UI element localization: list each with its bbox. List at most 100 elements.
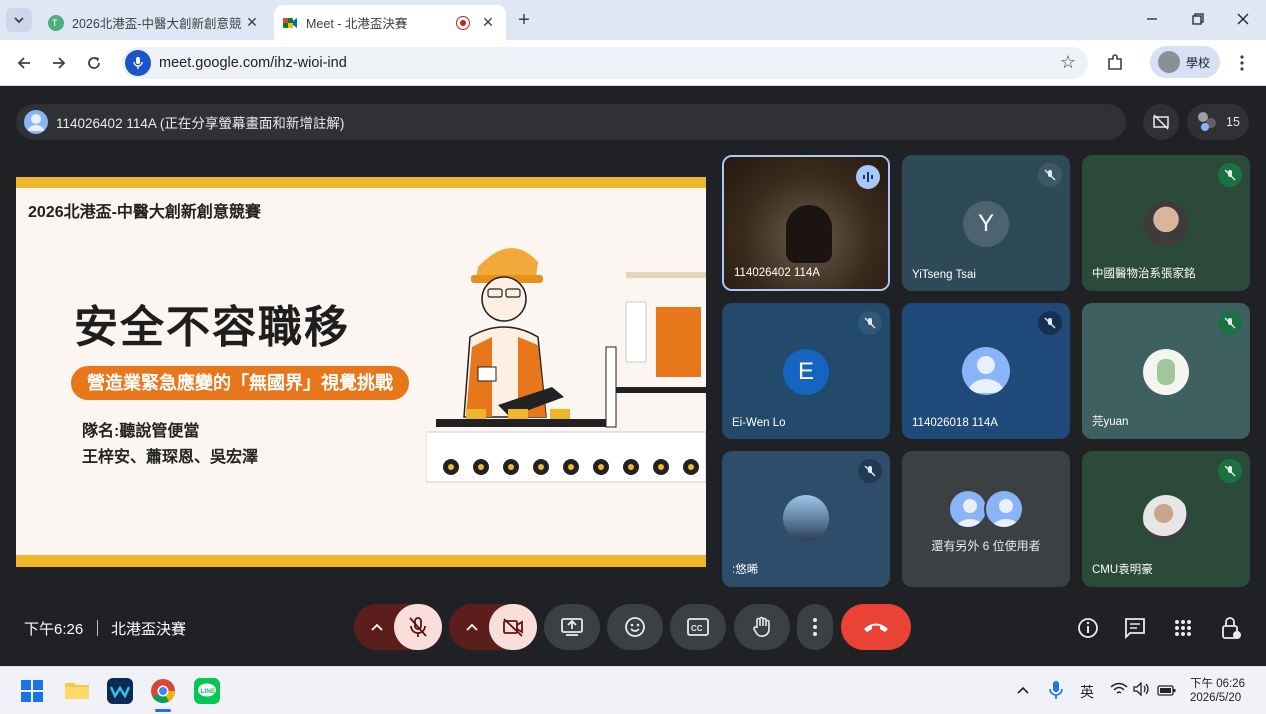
webex-button[interactable] (107, 678, 133, 704)
svg-text:LINE: LINE (201, 688, 216, 695)
participant-tile[interactable]: 114026402 114A (722, 155, 890, 291)
battery-button[interactable] (1157, 683, 1177, 697)
leave-call-button[interactable] (841, 604, 911, 650)
participant-tile[interactable]: Y YiTseng Tsai (902, 155, 1070, 291)
present-screen-button[interactable] (544, 604, 600, 650)
reload-button[interactable] (82, 51, 106, 75)
participant-name: 芫yuan (1092, 416, 1129, 428)
chrome-menu-button[interactable] (1232, 51, 1252, 75)
tab-competition[interactable]: T 2026北港盃-中醫大創新創意競 ✕ (40, 5, 270, 40)
speaker-icon (1133, 681, 1149, 697)
mic-off-icon (1218, 311, 1242, 335)
restore-button[interactable] (1186, 8, 1210, 30)
presenter-avatar (24, 110, 48, 134)
show-hidden-icons-button[interactable] (1016, 682, 1032, 698)
raise-hand-button[interactable] (734, 604, 790, 650)
extensions-button[interactable] (1103, 51, 1127, 75)
clock-date[interactable]: 2026/5/20 (1190, 692, 1241, 704)
presenter-banner: 114026402 114A (正在分享螢幕畫面和新增註解) (16, 104, 1126, 140)
camera-off-icon (503, 618, 523, 637)
captions-icon: CC (687, 618, 709, 636)
chrome-icon (151, 679, 175, 704)
bookmark-star-icon[interactable]: ☆ (1060, 52, 1076, 73)
close-icon (1237, 13, 1249, 25)
new-tab-button[interactable]: + (512, 9, 536, 31)
mic-off-icon (1218, 459, 1242, 483)
avatar: Y (963, 201, 1009, 247)
mic-toggle-button[interactable] (394, 604, 442, 650)
chat-button[interactable] (1121, 614, 1149, 642)
input-method-button[interactable]: 英 (1080, 682, 1094, 702)
back-button[interactable] (12, 51, 36, 75)
slide-illustration (426, 248, 706, 483)
close-window-button[interactable] (1231, 8, 1255, 30)
participant-name: CMU袁明豪 (1092, 564, 1153, 576)
participant-tile[interactable]: :悠晞 (722, 451, 890, 587)
participant-tile[interactable]: CMU袁明豪 (1082, 451, 1250, 587)
group-avatars (948, 489, 1028, 531)
tab-search-button[interactable] (6, 8, 32, 32)
profile-chip[interactable]: 學校 (1150, 46, 1220, 78)
microphone-icon (1049, 681, 1063, 699)
tab-title: 2026北港盃-中醫大創新創意競 (72, 17, 242, 31)
network-button[interactable] (1110, 682, 1128, 698)
participant-tile[interactable]: 114026018 114A (902, 303, 1070, 439)
info-icon (1078, 618, 1098, 638)
site-info-icon[interactable] (125, 50, 151, 76)
mic-off-icon (858, 459, 882, 483)
reactions-button[interactable] (607, 604, 663, 650)
avatar (1143, 201, 1189, 247)
microphone-tray-button[interactable] (1049, 680, 1063, 700)
mic-off-icon (1218, 163, 1242, 187)
hide-self-view-button[interactable] (1143, 104, 1179, 140)
more-participants-tile[interactable]: 還有另外 6 位使用者 (902, 451, 1070, 587)
participant-name: 114026018 114A (912, 417, 998, 429)
close-icon[interactable]: ✕ (478, 14, 498, 31)
meet-stage: 114026402 114A (正在分享螢幕畫面和新增註解) 15 2026北港… (0, 86, 1266, 666)
meeting-time: 下午6:26 (24, 621, 84, 638)
end-call-icon (864, 623, 888, 632)
browser-tab-strip: T 2026北港盃-中醫大創新創意競 ✕ Meet - 北港盃決賽 ✕ + (0, 0, 1266, 40)
line-button[interactable]: LINE (194, 678, 220, 704)
url-text: meet.google.com/ihz-wioi-ind (159, 55, 347, 71)
chrome-taskbar-button[interactable] (150, 678, 176, 704)
participant-tile[interactable]: E Ei-Wen Lo (722, 303, 890, 439)
activities-button[interactable] (1169, 614, 1197, 642)
webex-icon (110, 685, 130, 698)
tab-meet[interactable]: Meet - 北港盃決賽 ✕ (274, 5, 506, 40)
shared-screen: 2026北港盃-中醫大創新創意競賽 安全不容職移 營造業緊急應變的「無國界」視覺… (16, 177, 706, 567)
more-options-button[interactable] (797, 604, 833, 650)
line-icon: LINE (198, 683, 216, 697)
captions-button[interactable]: CC (670, 604, 726, 650)
camera-toggle-button[interactable] (489, 604, 537, 650)
chevron-up-icon (1017, 686, 1029, 694)
slide-team: 隊名:聽說管便當 (82, 423, 200, 440)
lock-person-icon (1222, 617, 1241, 639)
meeting-details-button[interactable] (1074, 614, 1102, 642)
back-arrow-icon (17, 57, 30, 69)
mic-off-icon (1038, 163, 1062, 187)
avatar (962, 347, 1010, 395)
clock-time[interactable]: 下午 06:26 (1190, 675, 1245, 691)
file-explorer-button[interactable] (64, 679, 90, 703)
slide-competition-title: 2026北港盃-中醫大創新創意競賽 (28, 204, 261, 221)
participant-tile[interactable]: 中國醫物治系張家銘 (1082, 155, 1250, 291)
presenter-text: 114026402 114A (正在分享螢幕畫面和新增註解) (56, 116, 345, 131)
participants-button[interactable]: 15 (1187, 104, 1249, 140)
divider (97, 620, 98, 636)
host-controls-button[interactable] (1217, 614, 1245, 642)
start-button[interactable] (20, 679, 44, 703)
minimize-button[interactable] (1140, 8, 1164, 30)
mic-off-icon (1038, 311, 1062, 335)
address-bar[interactable]: meet.google.com/ihz-wioi-ind ☆ (122, 47, 1088, 79)
volume-button[interactable] (1133, 681, 1151, 698)
forward-arrow-icon (53, 57, 66, 69)
slide-subtitle: 營造業緊急應變的「無國界」視覺挑戰 (71, 366, 409, 400)
participant-tile[interactable]: 芫yuan (1082, 303, 1250, 439)
person-silhouette (786, 205, 832, 263)
forward-button[interactable] (47, 51, 71, 75)
tile-off-icon (1153, 114, 1169, 130)
close-icon[interactable]: ✕ (242, 14, 262, 31)
more-vert-icon (1240, 55, 1244, 71)
avatar (1158, 51, 1180, 73)
